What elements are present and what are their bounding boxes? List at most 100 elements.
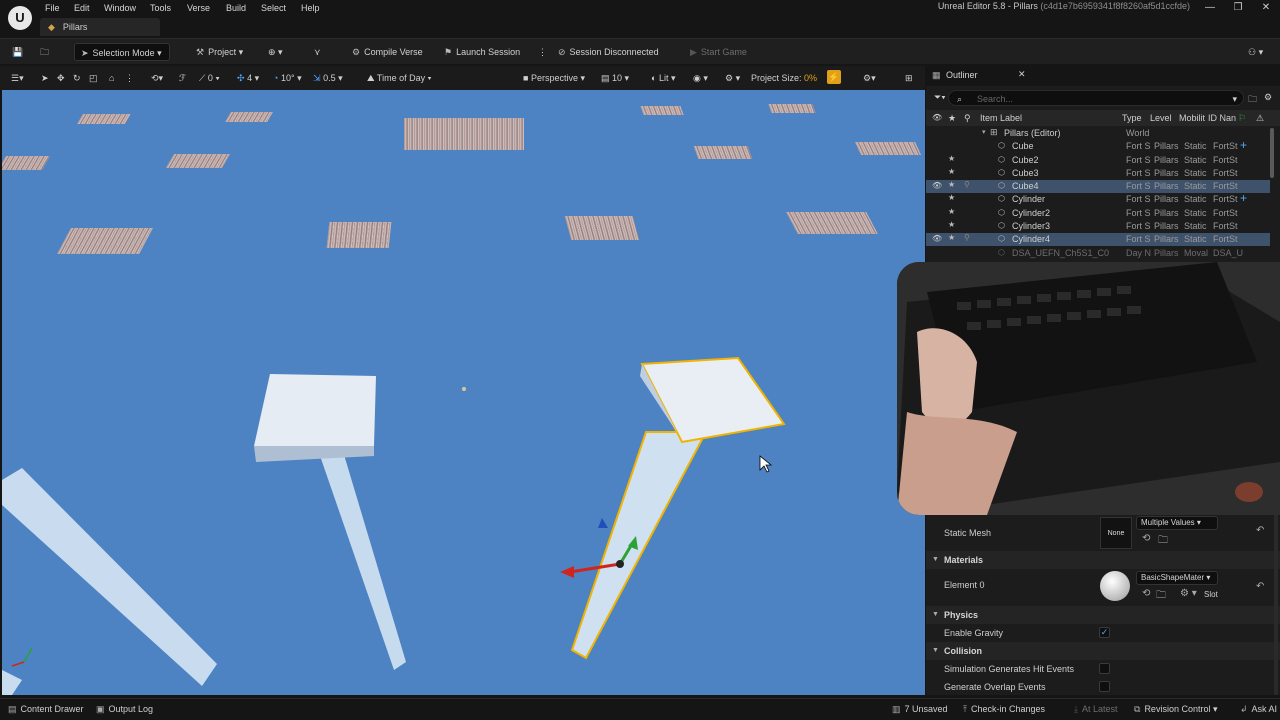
save-icon[interactable]: 💾 <box>6 43 29 61</box>
compile-verse-button[interactable]: ⚙ Compile Verse <box>346 43 429 61</box>
outliner-row[interactable]: ★ ⬡ Cylinder2 Fort S Pillars Static Fort… <box>926 207 1270 220</box>
browse-asset-icon[interactable]: ⟲ <box>1142 533 1150 544</box>
filter-icon[interactable]: ⏷▾ <box>934 92 946 103</box>
menu-help[interactable]: Help <box>301 3 320 13</box>
more-options-icon[interactable]: ⋮ <box>532 43 553 61</box>
menu-window[interactable]: Window <box>104 3 136 13</box>
selection-mode-dropdown[interactable]: ➤ Selection Mode ▾ <box>74 43 170 61</box>
pin-icon[interactable]: ★ <box>948 180 955 189</box>
verse-icon[interactable]: ⋎ <box>308 43 327 61</box>
reset-material-icon[interactable]: ↶ <box>1256 581 1264 592</box>
reset-to-default-icon[interactable]: ↶ <box>1256 525 1264 536</box>
find-material-icon[interactable]: 🗀 <box>1156 588 1166 605</box>
pin-icon[interactable]: ★ <box>948 154 955 163</box>
performance-icon[interactable]: ⚙ ▾ <box>722 70 743 86</box>
pin-icon[interactable]: ★ <box>948 193 955 202</box>
outliner-settings-icon[interactable]: ⚙ <box>1264 92 1272 103</box>
eye-icon[interactable]: 👁 <box>932 234 942 243</box>
close-window-icon[interactable]: ✕ <box>1251 2 1280 13</box>
source-control-icon[interactable]: ⚐ <box>1238 113 1246 124</box>
eye-icon[interactable]: 👁 <box>932 181 942 190</box>
material-options-icon[interactable]: ⚙ ▾ <box>1180 588 1197 599</box>
gizmo-z-arrow[interactable] <box>598 518 608 528</box>
sim-hit-events-checkbox[interactable] <box>1099 663 1110 674</box>
menu-edit[interactable]: Edit <box>74 3 90 13</box>
expand-arrow-icon[interactable]: ▾ <box>982 128 986 136</box>
collision-section[interactable]: ▼ Collision <box>926 642 1280 660</box>
material-sphere-thumbnail[interactable] <box>1100 571 1130 601</box>
outliner-row[interactable]: ⬡ DSA_UEFN_Ch5S1_C0 Day N Pillars Moval … <box>926 247 1270 260</box>
grid-snap-dropdown[interactable]: ✣ 4 ▾ <box>234 70 262 86</box>
checkin-button[interactable]: ⤒ Check-in Changes <box>963 704 1045 715</box>
gizmo-x-arrow[interactable] <box>560 566 574 578</box>
add-icon[interactable]: + <box>1240 191 1247 205</box>
menu-build[interactable]: Build <box>226 3 246 13</box>
menu-verse[interactable]: Verse <box>187 3 210 13</box>
add-content-icon[interactable]: ⊕ ▾ <box>262 43 289 61</box>
find-in-browser-icon[interactable]: 🗀 <box>1158 533 1168 550</box>
static-mesh-thumbnail[interactable]: None <box>1100 517 1132 549</box>
unsaved-button[interactable]: ▥ 7 Unsaved <box>892 704 948 715</box>
unreal-logo[interactable]: U <box>8 6 32 30</box>
layout-icon[interactable]: ⊞ <box>902 70 916 86</box>
translate-tool-icon[interactable]: ✥ <box>54 70 68 86</box>
menu-tools[interactable]: Tools <box>150 3 171 13</box>
content-drawer-button[interactable]: ▤ Content Drawer <box>8 704 84 715</box>
materials-section[interactable]: ▼ Materials <box>926 551 1280 569</box>
browse-material-icon[interactable]: ⟲ <box>1142 588 1150 599</box>
launch-session-button[interactable]: ⚑ Launch Session <box>438 43 526 61</box>
transform-mode-icon[interactable]: ⋮ <box>122 70 137 86</box>
rotate-tool-icon[interactable]: ↻ <box>70 70 84 86</box>
add-folder-icon[interactable]: 🗀 <box>1248 92 1257 108</box>
perspective-dropdown[interactable]: ■ Perspective ▾ <box>520 70 588 86</box>
selected-cylinder[interactable] <box>570 431 708 660</box>
column-item-label[interactable]: Item Label <box>980 113 1022 123</box>
rotate-snap-dropdown[interactable]: ◔ 10° ▾ <box>270 70 305 86</box>
outliner-row[interactable]: ★ ⬡ Cylinder Fort S Pillars Static FortS… <box>926 191 1270 206</box>
lock-header-icon[interactable]: ⚲ <box>964 113 971 124</box>
pin-icon[interactable]: ★ <box>948 233 955 242</box>
translate-snap-dropdown[interactable]: ⟋ 0 ▾ <box>196 70 223 86</box>
pin-icon[interactable]: ★ <box>948 167 955 176</box>
outliner-row[interactable]: ★ ⬡ Cylinder3 Fort S Pillars Static Fort… <box>926 220 1270 233</box>
viewport-options-icon[interactable]: ☰▾ <box>8 70 27 86</box>
menu-select[interactable]: Select <box>261 3 286 13</box>
minimize-icon[interactable]: — <box>1195 2 1225 13</box>
add-icon[interactable]: + <box>1240 138 1247 152</box>
outliner-search-input[interactable]: ⌕ Search... ▾ <box>948 90 1244 106</box>
outliner-row-selected[interactable]: 👁 ★ ⚲ ⬡ Cylinder4 Fort S Pillars Static … <box>926 233 1270 246</box>
restore-icon[interactable]: ❐ <box>1223 2 1253 13</box>
close-panel-icon[interactable]: ✕ <box>1018 69 1026 80</box>
level-viewport[interactable] <box>2 90 925 695</box>
outliner-row[interactable]: ⬡ Cube Fort S Pillars Static FortSt + <box>926 138 1270 153</box>
output-log-button[interactable]: ▣ Output Log <box>96 704 153 715</box>
session-status[interactable]: ⊘ Session Disconnected <box>552 43 665 61</box>
menu-file[interactable]: File <box>45 3 60 13</box>
overlap-events-checkbox[interactable] <box>1099 681 1110 692</box>
coordinate-space-icon[interactable]: ⌂ <box>106 70 117 86</box>
selected-cube[interactable] <box>640 356 786 444</box>
at-latest-status[interactable]: ⤓ At Latest <box>1074 704 1118 715</box>
revision-control-dropdown[interactable]: ⧉ Revision Control ▾ <box>1134 704 1218 715</box>
surface-snap-icon[interactable]: ⟲▾ <box>148 70 166 86</box>
start-game-button[interactable]: ▶ Start Game <box>684 43 753 61</box>
view-mode-dropdown[interactable]: ◐ Lit ▾ <box>648 70 679 86</box>
column-level[interactable]: Level <box>1150 113 1172 123</box>
scale-tool-icon[interactable]: ◰ <box>86 70 101 86</box>
project-dropdown[interactable]: ⚒ Project ▾ <box>190 43 249 61</box>
outliner-row[interactable]: ★ ⬡ Cube3 Fort S Pillars Static FortSt <box>926 167 1270 180</box>
content-browser-icon[interactable]: 🗀 <box>34 43 55 61</box>
gizmo-center[interactable] <box>616 560 624 568</box>
column-mobility[interactable]: Mobilit <box>1179 113 1205 123</box>
visibility-header-icon[interactable]: 👁 <box>932 113 942 122</box>
column-type[interactable]: Type <box>1122 113 1142 123</box>
warning-icon[interactable]: ⚠ <box>1256 113 1264 124</box>
select-tool-icon[interactable]: ➤ <box>38 70 52 86</box>
enable-gravity-checkbox[interactable]: ✓ <box>1099 627 1110 638</box>
lock-icon[interactable]: ⚲ <box>964 233 970 242</box>
outliner-row[interactable]: ★ ⬡ Cube2 Fort S Pillars Static FortSt <box>926 154 1270 167</box>
static-mesh-dropdown[interactable]: Multiple Values ▾ <box>1136 516 1218 530</box>
camera-speed-dropdown[interactable]: ▤ 10 ▾ <box>598 70 632 86</box>
multiplayer-icon[interactable]: ⚇ ▾ <box>1242 43 1269 61</box>
ask-ai-button[interactable]: ↲ Ask AI <box>1240 704 1277 715</box>
